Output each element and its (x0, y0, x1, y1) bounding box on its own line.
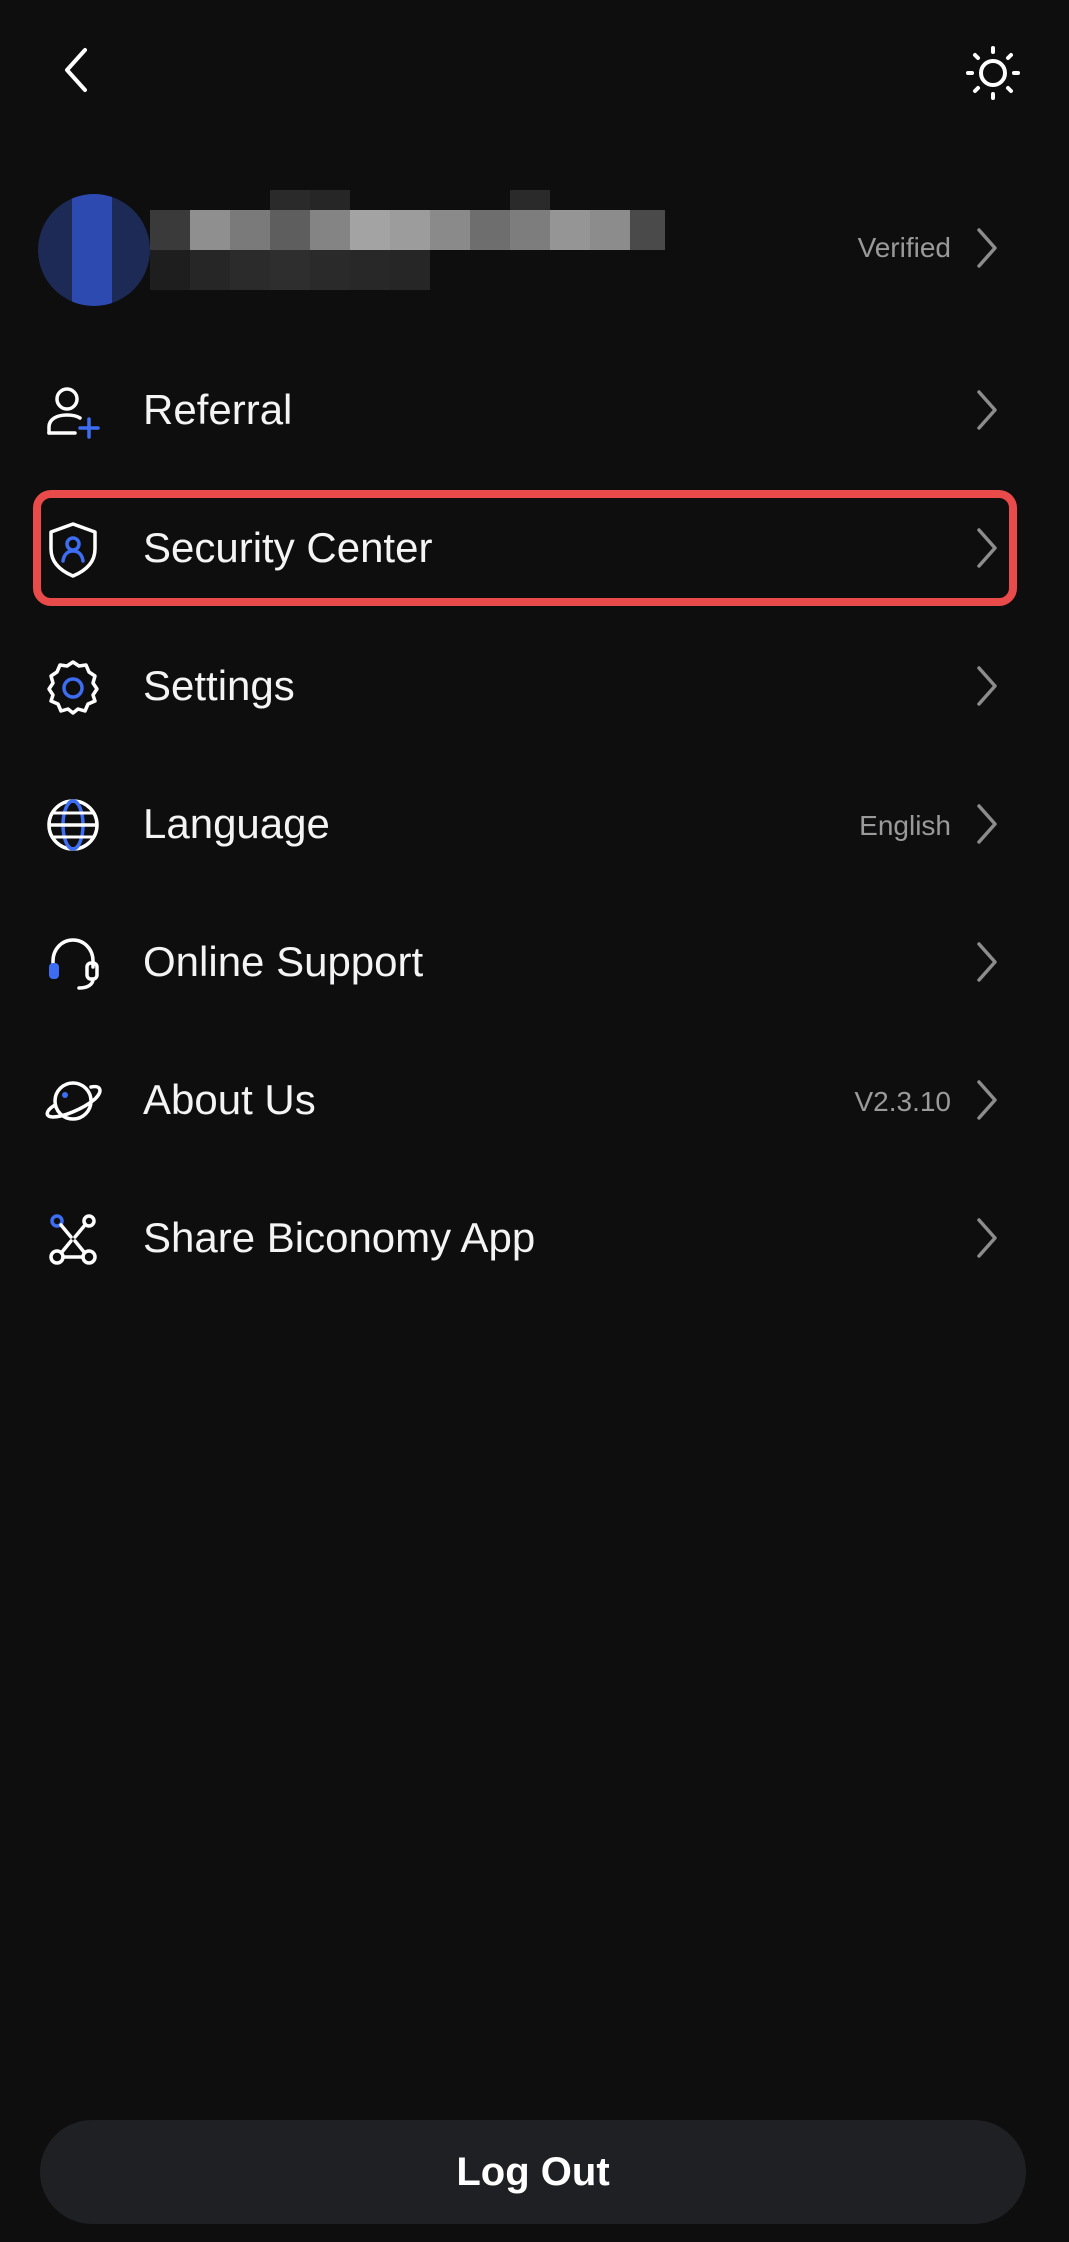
add-user-icon (38, 376, 108, 446)
language-value: English (859, 810, 951, 841)
chevron-right-icon (977, 1218, 997, 1258)
profile-row[interactable]: Verified (0, 180, 1069, 320)
menu-item-label: Referral (143, 386, 293, 433)
menu-item-language[interactable]: Language English (0, 750, 1069, 888)
planet-icon (38, 1066, 108, 1136)
shield-user-icon (38, 514, 108, 584)
chevron-right-icon (977, 666, 997, 706)
menu-item-security-center[interactable]: Security Center (0, 474, 1069, 612)
chevron-right-icon (977, 1080, 997, 1120)
menu-item-online-support[interactable]: Online Support (0, 888, 1069, 1026)
menu-item-label: Settings (143, 662, 295, 709)
chevron-left-icon (65, 48, 87, 92)
chevron-right-icon (977, 804, 997, 844)
menu-item-label: About Us (143, 1076, 316, 1123)
logout-button[interactable]: Log Out (40, 2120, 1026, 2224)
verification-status: Verified (857, 232, 951, 263)
menu-item-share-app[interactable]: Share Biconomy App (0, 1164, 1069, 1302)
headset-icon (38, 928, 108, 998)
sun-icon (965, 45, 1020, 100)
theme-toggle-button[interactable] (955, 35, 1030, 110)
chevron-right-icon (977, 390, 997, 430)
chevron-right-icon (977, 528, 997, 568)
menu-item-label: Security Center (143, 524, 433, 571)
menu-item-label: Online Support (143, 938, 424, 985)
back-button[interactable] (40, 35, 110, 105)
app-version: V2.3.10 (854, 1086, 951, 1117)
menu-item-label: Share Biconomy App (143, 1214, 536, 1261)
share-nodes-icon (38, 1204, 108, 1274)
menu-item-about-us[interactable]: About Us V2.3.10 (0, 1026, 1069, 1164)
menu-item-settings[interactable]: Settings (0, 612, 1069, 750)
top-bar (0, 0, 1069, 140)
avatar (38, 194, 150, 306)
menu-item-label: Language (143, 800, 330, 847)
gear-icon (38, 652, 108, 722)
globe-icon (38, 790, 108, 860)
chevron-right-icon (977, 228, 997, 268)
menu-item-referral[interactable]: Referral (0, 336, 1069, 474)
chevron-right-icon (977, 942, 997, 982)
